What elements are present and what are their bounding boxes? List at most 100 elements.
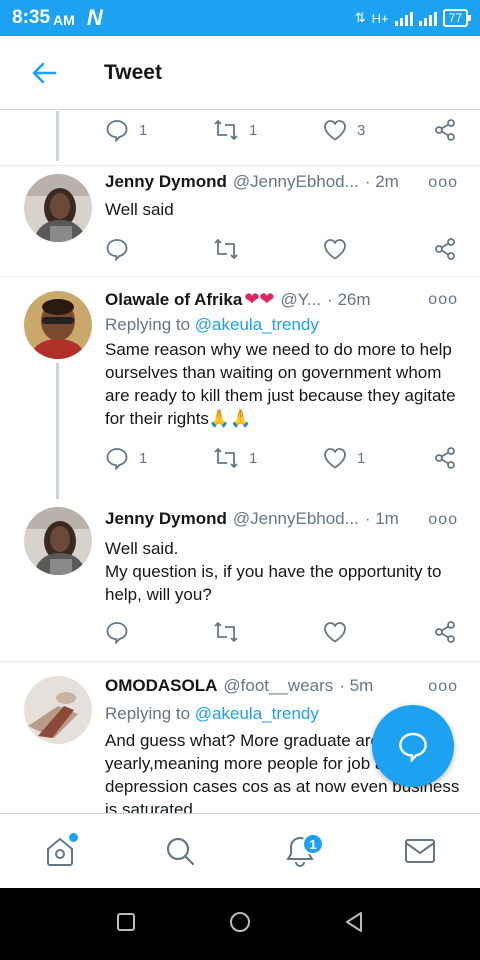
tweet-actions [105,617,457,647]
system-nav-bar [0,888,480,960]
like-count: 1 [357,449,366,467]
tweet-item[interactable]: Jenny Dymond @JennyEbhod... · 2m ooo Wel… [0,166,480,276]
reply-count: 1 [139,449,148,467]
back-button[interactable] [14,43,74,103]
like-button[interactable]: 1 [323,447,433,469]
retweet-count: 1 [249,121,258,139]
reply-button[interactable] [105,237,213,261]
bottom-nav: 1 [0,813,480,888]
tweet-header: Jenny Dymond @JennyEbhod... · 2m [105,172,399,192]
like-button[interactable] [323,238,433,260]
square-icon [117,912,136,931]
like-button[interactable]: 3 [323,119,433,141]
status-bar: 8:35 AM N ⇅ H+ 77 [0,0,480,36]
data-transfer-icon: ⇅ [354,10,366,25]
carrier-logo-icon: N [86,5,103,30]
share-button[interactable] [433,446,457,470]
new-content-dot [69,833,78,842]
more-options-icon[interactable]: ooo [428,511,458,529]
retweet-icon [214,239,238,259]
retweet-icon [214,622,238,642]
nav-messages[interactable] [390,821,450,881]
tweet-item[interactable]: Olawale of Afrika ❤❤ @Y... · 26m ooo Rep… [0,277,480,499]
tweet-text: Well said [105,200,174,219]
replying-to: Replying to @akeula_trendy [105,315,319,335]
avatar[interactable] [24,507,92,575]
like-count: 3 [357,121,366,139]
triangle-back-icon [345,911,362,932]
replying-label: Replying to [105,704,191,723]
more-options-icon[interactable]: ooo [428,291,458,309]
compose-reply-button[interactable] [372,705,454,787]
home-system-button[interactable] [228,910,252,939]
tweet-time: · 26m [327,289,371,309]
tweet-header: Jenny Dymond @JennyEbhod... · 1m [105,509,399,529]
heart-icon [324,120,346,141]
retweet-button[interactable]: 1 [213,446,323,470]
reply-button[interactable] [105,620,213,644]
nav-search[interactable] [150,821,210,881]
back-system-button[interactable] [343,910,365,939]
recents-button[interactable] [115,911,137,938]
more-options-icon[interactable]: ooo [428,678,458,696]
retweet-button[interactable] [213,620,323,644]
signal-icon [394,10,413,26]
retweet-button[interactable]: 1 [213,118,323,142]
mail-icon [405,839,435,863]
app-header: Tweet [0,36,480,110]
user-handle: @Y... [280,289,322,309]
reply-button[interactable]: 1 [105,446,213,470]
thread-line [56,111,59,161]
status-indicators: ⇅ H+ 77 [354,9,472,27]
reply-button[interactable]: 1 [105,118,213,142]
user-handle: @foot__wears [223,676,334,695]
reply-icon [399,732,427,762]
replying-label: Replying to [105,315,191,334]
tweet-time: · 5m [339,676,374,695]
status-ampm: AM [53,12,75,28]
tweet-header: OMODASOLA @foot__wears · 5m [105,676,373,696]
share-icon [435,238,455,260]
arrow-left-icon [32,62,57,83]
tweet-actions: 1 1 1 [105,443,457,473]
status-time: 8:35 [12,7,51,28]
nav-home[interactable] [30,821,90,881]
like-button[interactable] [323,621,433,643]
share-button[interactable] [433,237,457,261]
reply-icon [106,239,128,261]
share-button[interactable] [433,118,457,142]
share-button[interactable] [433,620,457,644]
retweet-button[interactable] [213,237,323,261]
reply-count: 1 [139,121,148,139]
tweet-time: · 2m [364,172,399,191]
avatar[interactable] [24,676,92,744]
avatar[interactable] [24,174,92,242]
nav-notifications[interactable]: 1 [270,821,330,881]
tweet-text: Same reason why we need to do more to he… [105,340,456,428]
user-name[interactable]: Jenny Dymond [105,172,227,192]
reply-icon [106,120,128,142]
mention-link[interactable]: @akeula_trendy [195,315,319,334]
replying-to: Replying to @akeula_trendy [105,704,319,724]
tweet-text-line: My question is, if you have the opportun… [105,562,442,604]
share-icon [435,447,455,469]
more-options-icon[interactable]: ooo [428,174,458,192]
reply-icon [106,448,128,470]
retweet-icon [214,448,238,468]
tweet-actions: 1 1 3 [105,115,457,145]
user-name[interactable]: OMODASOLA [105,676,217,696]
mention-link[interactable]: @akeula_trendy [195,704,319,723]
tweet-header: Olawale of Afrika ❤❤ @Y... · 26m [105,289,371,310]
user-name[interactable]: Jenny Dymond [105,509,227,529]
notification-badge: 1 [302,833,324,855]
user-handle: @JennyEbhod... [232,509,359,528]
user-name[interactable]: Olawale of Afrika [105,290,242,310]
avatar[interactable] [24,291,92,359]
tweet-item[interactable]: Jenny Dymond @JennyEbhod... · 1m ooo Wel… [0,499,480,659]
tweet-text: Well said. My question is, if you have t… [105,537,465,606]
share-icon [435,621,455,643]
search-icon [166,837,195,866]
tweet-text-line: Well said. [105,539,179,558]
signal-icon-2 [418,10,437,26]
heart-icon [324,239,346,260]
